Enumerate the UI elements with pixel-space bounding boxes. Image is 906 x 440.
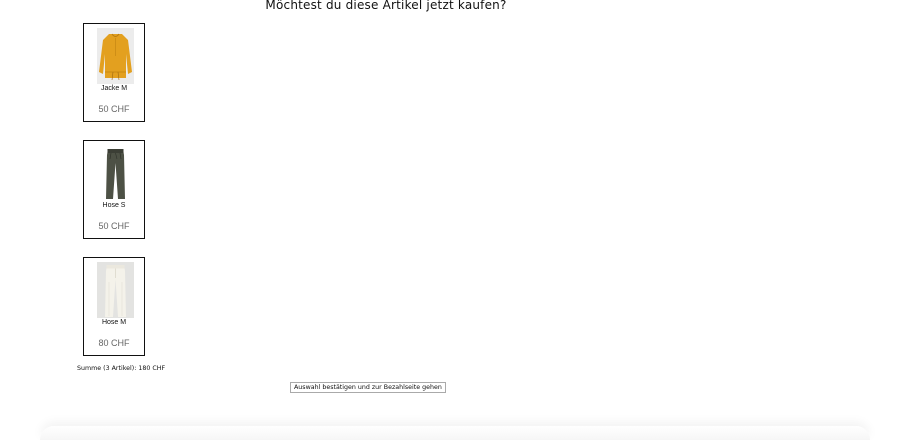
product-card[interactable]: Hose M 80 CHF [83, 257, 145, 356]
bottom-panel-edge [40, 426, 870, 440]
product-price: 50 CHF [98, 221, 130, 231]
product-price: 50 CHF [98, 104, 130, 114]
product-card[interactable]: Jacke M 50 CHF [83, 23, 145, 122]
product-name: Hose S [102, 202, 126, 209]
product-image-hose-m [97, 262, 134, 318]
product-image-jacke [97, 28, 134, 84]
page-question: Möchtest du diese Artikel jetzt kaufen? [265, 0, 507, 12]
product-name: Jacke M [100, 85, 128, 92]
dark-green-trousers-image [97, 145, 134, 201]
confirm-checkout-button[interactable]: Auswahl bestätigen und zur Bezahlseite g… [290, 382, 446, 393]
product-name: Hose M [101, 319, 127, 326]
product-price: 80 CHF [98, 338, 130, 348]
white-trousers-image [97, 262, 134, 318]
cart-summary: Summe (3 Artikel): 180 CHF [77, 365, 166, 372]
page: Möchtest du diese Artikel jetzt kaufen? … [0, 0, 906, 440]
product-card[interactable]: Hose S 50 CHF [83, 140, 145, 239]
product-image-hose-s [97, 145, 134, 201]
orange-blouse-image [97, 28, 134, 84]
